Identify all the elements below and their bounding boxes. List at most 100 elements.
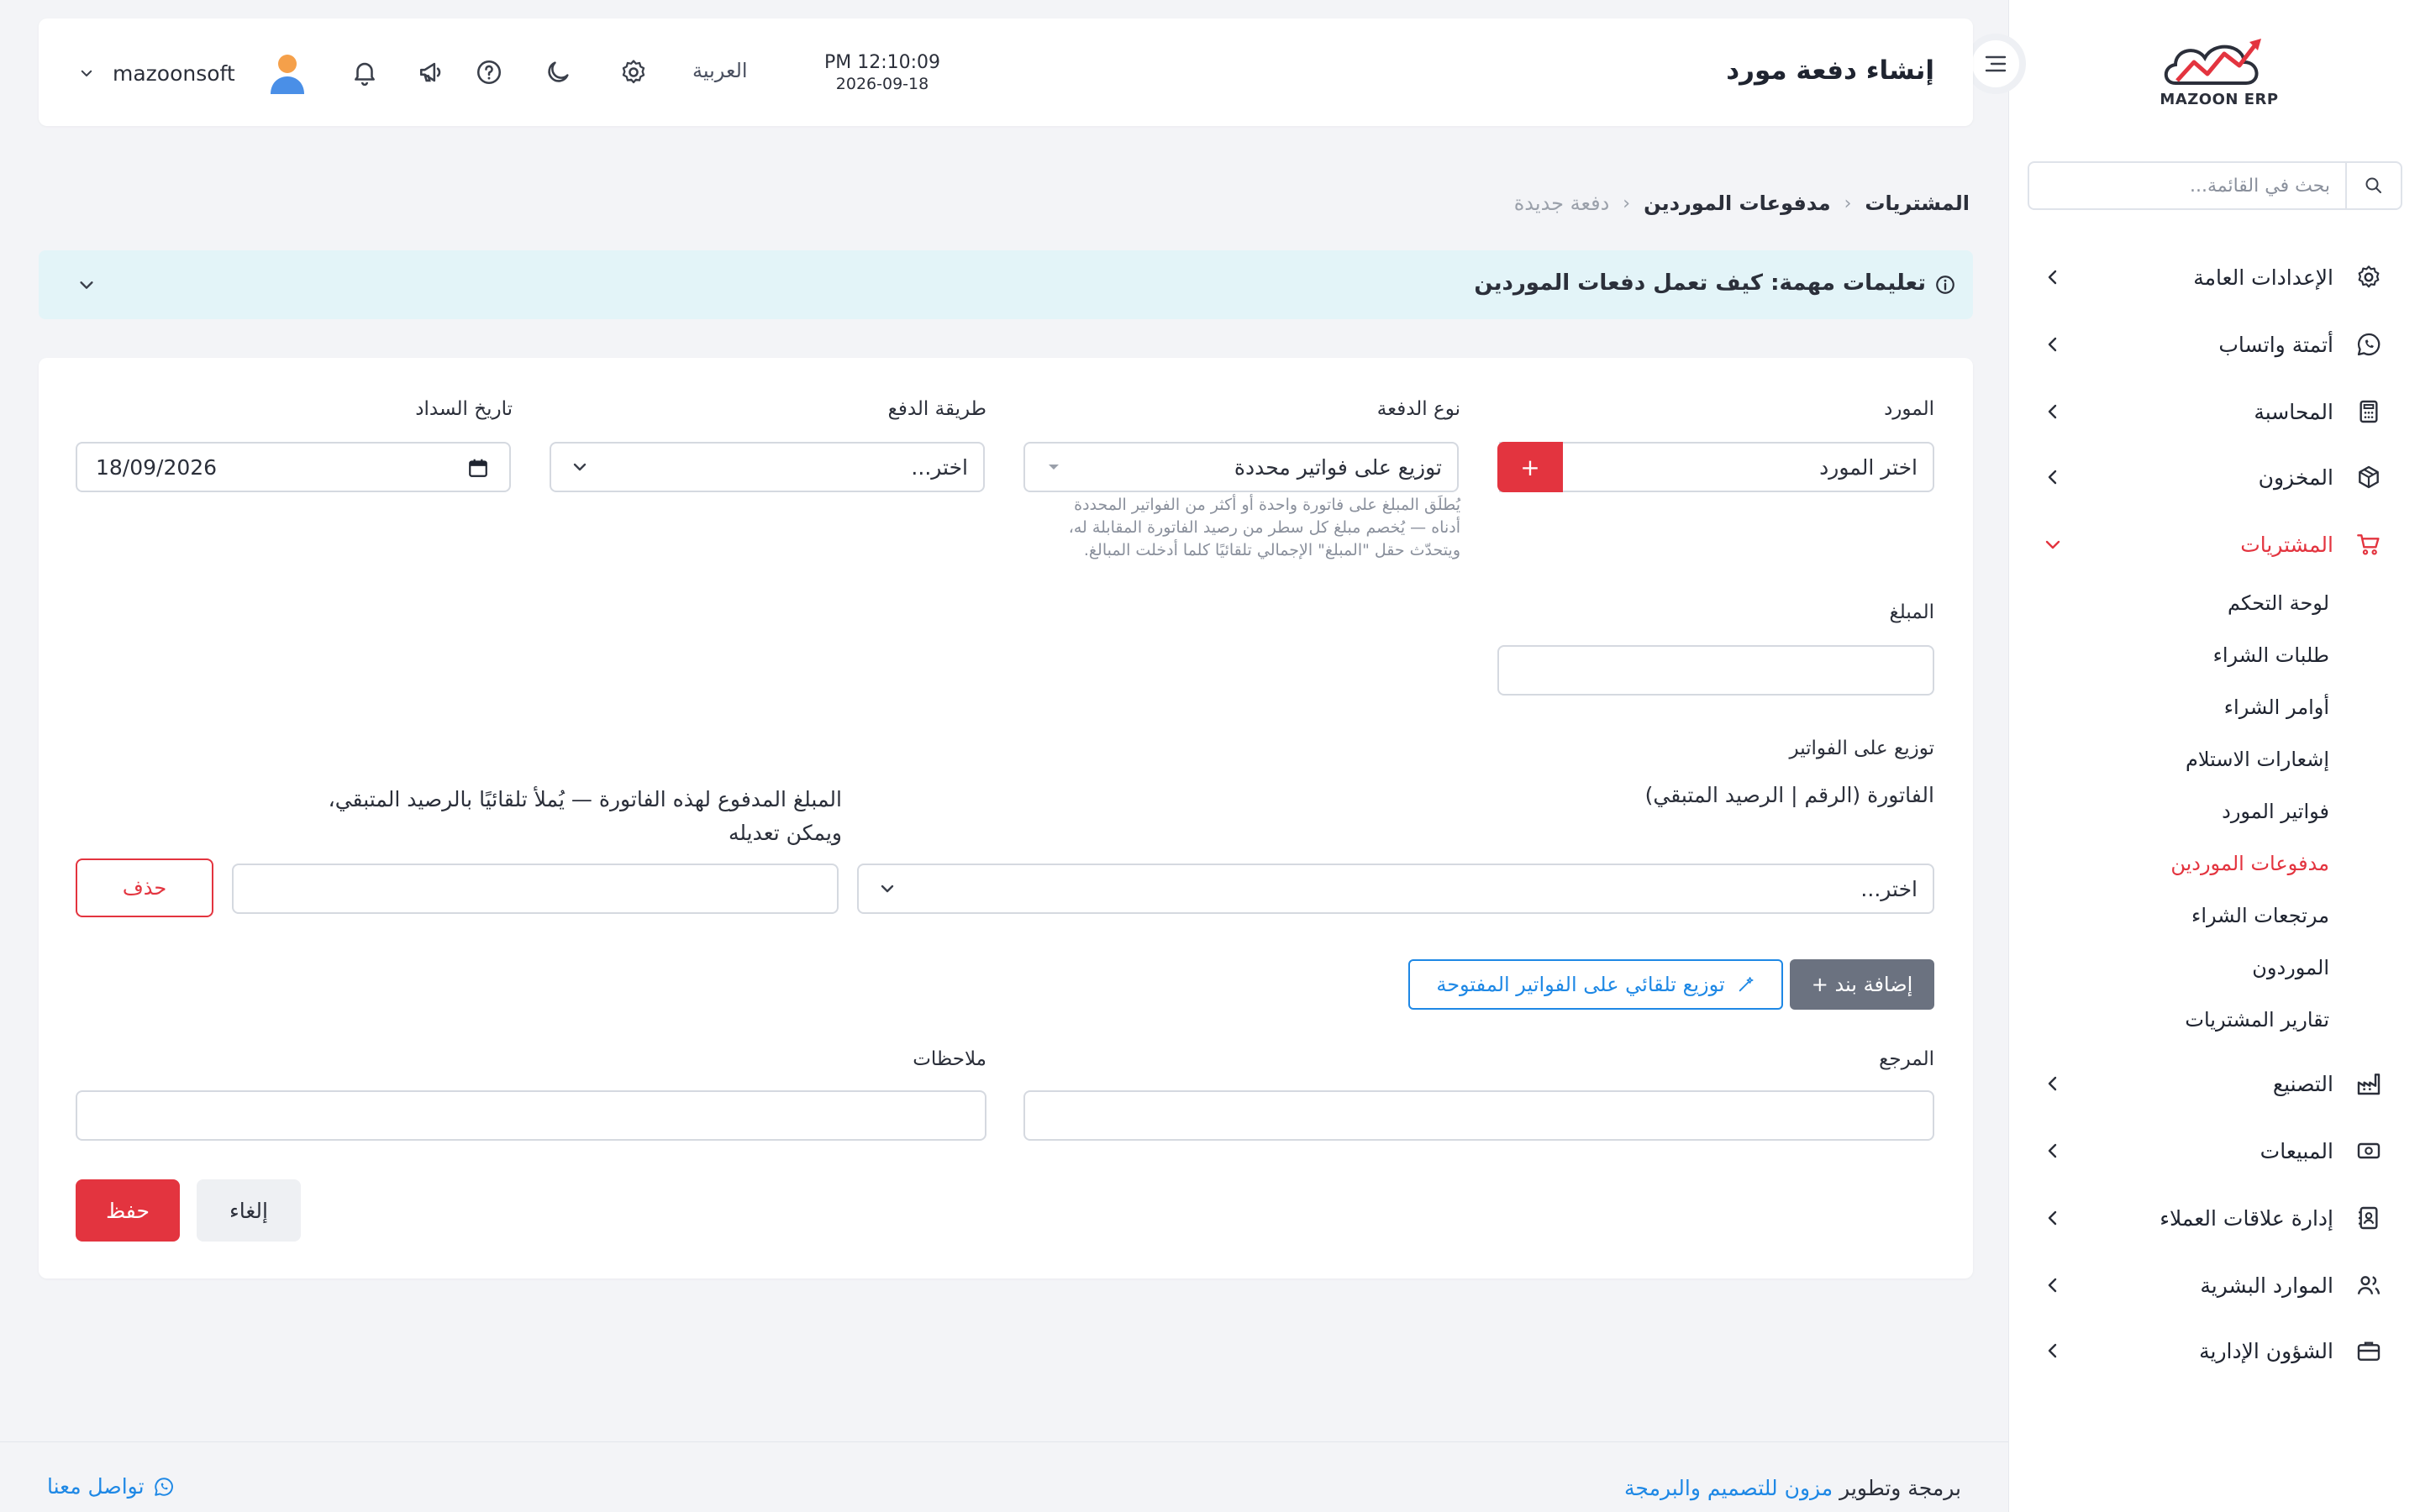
reference-label: المرجع: [1879, 1048, 1934, 1070]
auto-distribute-label: توزيع تلقائي على الفواتير المفتوحة: [1436, 973, 1725, 996]
payment-method-select-value: اختر...: [911, 455, 968, 480]
breadcrumb-separator-icon: ‹: [1844, 192, 1852, 214]
instructions-accordion[interactable]: تعليمات مهمة: كيف تعمل دفعات الموردين: [39, 250, 1973, 319]
submenu-item-purchase-returns[interactable]: مرتجعات الشراء: [2191, 904, 2329, 927]
language-switch[interactable]: العربية: [692, 59, 748, 82]
submenu-item-supplier-payments[interactable]: مدفوعات الموردين: [2170, 852, 2329, 875]
breadcrumb-item-current: دفعة جديدة: [1513, 192, 1610, 215]
user-menu[interactable]: mazoonsoft: [79, 52, 308, 94]
supplier-select[interactable]: اختر المورد: [1499, 442, 1934, 492]
sidebar-item-inventory[interactable]: المخزون: [2043, 450, 2387, 504]
add-line-button[interactable]: + إضافة بند: [1790, 959, 1934, 1010]
breadcrumb-item-purchases[interactable]: المشتريات: [1865, 192, 1970, 215]
menu-search-input[interactable]: [2029, 163, 2345, 208]
whatsapp-icon: [154, 1477, 173, 1496]
sidebar-item-whatsapp-automation[interactable]: أتمتة واتساب: [2043, 318, 2387, 371]
sidebar-item-crm[interactable]: إدارة علاقات العملاء: [2043, 1191, 2387, 1245]
cancel-button[interactable]: إلغاء: [197, 1179, 301, 1242]
top-header: إنشاء دفعة مورد PM 12:10:09 2026-09-18 ا…: [39, 18, 1973, 126]
menu-toggle-icon: [1985, 55, 2007, 72]
sidebar-toggle-button[interactable]: [1965, 34, 2026, 94]
amount-input[interactable]: [1497, 645, 1934, 696]
bell-icon[interactable]: [346, 54, 383, 91]
caret-down-icon: [1049, 465, 1059, 470]
sidebar-item-general-settings[interactable]: الإعدادات العامة: [2043, 250, 2387, 304]
submenu-item-purchase-requests[interactable]: طلبات الشراء: [2213, 643, 2329, 667]
clock-time: PM 12:10:09: [823, 52, 941, 73]
sidebar-item-label: المشتريات: [2240, 532, 2333, 557]
contact-us-label: تواصل معنا: [47, 1474, 145, 1499]
payment-form: المورد نوع الدفعة طريقة الدفع تاريخ السد…: [39, 358, 1973, 1278]
delete-line-button[interactable]: حذف: [76, 858, 213, 917]
breadcrumb: المشتريات ‹ مدفوعات الموردين ‹ دفعة جديد…: [1514, 192, 1970, 215]
sidebar-item-manufacturing[interactable]: التصنيع: [2043, 1057, 2387, 1110]
invoice-paid-amount-input[interactable]: [232, 864, 839, 914]
invoice-column-header: الفاتورة (الرقم | الرصيد المتبقي): [1644, 783, 1934, 807]
logo-text: MAZOON ERP: [2160, 91, 2279, 108]
payment-type-select-value: توزيع على فواتير محددة: [1234, 455, 1442, 480]
save-button[interactable]: حفظ: [76, 1179, 180, 1242]
sidebar-item-label: الموارد البشرية: [2200, 1273, 2333, 1298]
sidebar-item-purchases[interactable]: المشتريات: [2043, 517, 2387, 571]
contact-us-link[interactable]: تواصل معنا: [47, 1474, 175, 1499]
briefcase-icon: [2350, 1332, 2387, 1369]
megaphone-icon[interactable]: [413, 54, 450, 91]
submenu-item-purchase-reports[interactable]: تقارير المشتريات: [2185, 1008, 2329, 1032]
header-line: ويمكن تعديله: [728, 821, 842, 845]
search-icon[interactable]: [2345, 163, 2401, 208]
payment-type-help: يُطلَق المبلغ على فاتورة واحدة أو أكثر م…: [1023, 494, 1460, 562]
sidebar-item-hr[interactable]: الموارد البشرية: [2043, 1258, 2387, 1312]
submenu-item-purchase-orders[interactable]: أوامر الشراء: [2224, 696, 2329, 719]
paid-amount-column-header: المبلغ المدفوع لهذه الفاتورة — يُملأ تلق…: [329, 783, 842, 850]
sidebar: MAZOON ERP الإعدادات العامة أتمتة واتساب…: [1965, 0, 2420, 1512]
sidebar-item-accounting[interactable]: المحاسبة: [2043, 385, 2387, 438]
payment-date-input[interactable]: 18/09/2026: [76, 442, 511, 492]
sidebar-item-label: الشؤون الإدارية: [2199, 1338, 2333, 1363]
add-supplier-button[interactable]: +: [1497, 442, 1563, 492]
sidebar-item-sales[interactable]: المبيعات: [2043, 1124, 2387, 1178]
submenu-item-dashboard[interactable]: لوحة التحكم: [2228, 591, 2329, 615]
reference-input[interactable]: [1023, 1090, 1934, 1141]
cash-icon: [2350, 1132, 2387, 1169]
supplier-select-value: اختر المورد: [1819, 455, 1918, 480]
footer: برمجة وتطوير مزون للتصميم والبرمجة تواصل…: [0, 1441, 2008, 1512]
submenu-item-supplier-invoices[interactable]: فواتير المورد: [2222, 800, 2329, 823]
sidebar-item-administration[interactable]: الشؤون الإدارية: [2043, 1324, 2387, 1378]
chevron-down-icon: [80, 281, 93, 289]
footer-credit-link[interactable]: مزون للتصميم والبرمجة: [1624, 1476, 1833, 1500]
chevron-left-icon: [2048, 1343, 2057, 1358]
clock: PM 12:10:09 2026-09-18: [798, 52, 966, 93]
help-icon[interactable]: [471, 54, 508, 91]
sidebar-item-label: التصنيع: [2272, 1071, 2333, 1096]
sidebar-item-label: المخزون: [2258, 465, 2333, 490]
chevron-left-icon: [2048, 470, 2057, 485]
auto-distribute-button[interactable]: توزيع تلقائي على الفواتير المفتوحة: [1408, 959, 1783, 1010]
factory-icon: [2350, 1065, 2387, 1102]
breadcrumb-item-supplier-payments[interactable]: مدفوعات الموردين: [1644, 192, 1830, 215]
submenu-item-receipt-notices[interactable]: إشعارات الاستلام: [2186, 748, 2329, 771]
calendar-icon[interactable]: [467, 457, 489, 479]
notes-label: ملاحظات: [913, 1048, 986, 1070]
magic-wand-icon: [1739, 977, 1754, 992]
payment-type-select[interactable]: توزيع على فواتير محددة: [1023, 442, 1459, 492]
payment-type-label: نوع الدفعة: [1376, 398, 1460, 420]
chevron-down-icon: [881, 885, 894, 893]
avatar: [270, 55, 304, 94]
chevron-down-icon: [2045, 540, 2060, 549]
chevron-left-icon: [2048, 1143, 2057, 1158]
notes-input[interactable]: [76, 1090, 986, 1141]
payment-date-value: 18/09/2026: [96, 455, 218, 480]
payment-method-select[interactable]: اختر...: [550, 442, 985, 492]
invoice-select[interactable]: اختر...: [857, 864, 1934, 914]
invoice-select-value: اختر...: [1860, 877, 1918, 901]
sidebar-item-label: إدارة علاقات العملاء: [2160, 1205, 2333, 1231]
breadcrumb-separator-icon: ‹: [1623, 192, 1631, 214]
submenu-item-suppliers[interactable]: الموردون: [2252, 956, 2329, 979]
box-icon: [2350, 459, 2387, 496]
whatsapp-icon: [2350, 326, 2387, 363]
gear-icon[interactable]: [615, 54, 652, 91]
help-line: أدناه — يُخصم مبلغ كل سطر من رصيد الفاتو…: [1068, 518, 1460, 537]
chevron-left-icon: [2048, 1278, 2057, 1293]
dark-mode-icon[interactable]: [539, 54, 576, 91]
page-title: إنشاء دفعة مورد: [1726, 55, 1934, 86]
